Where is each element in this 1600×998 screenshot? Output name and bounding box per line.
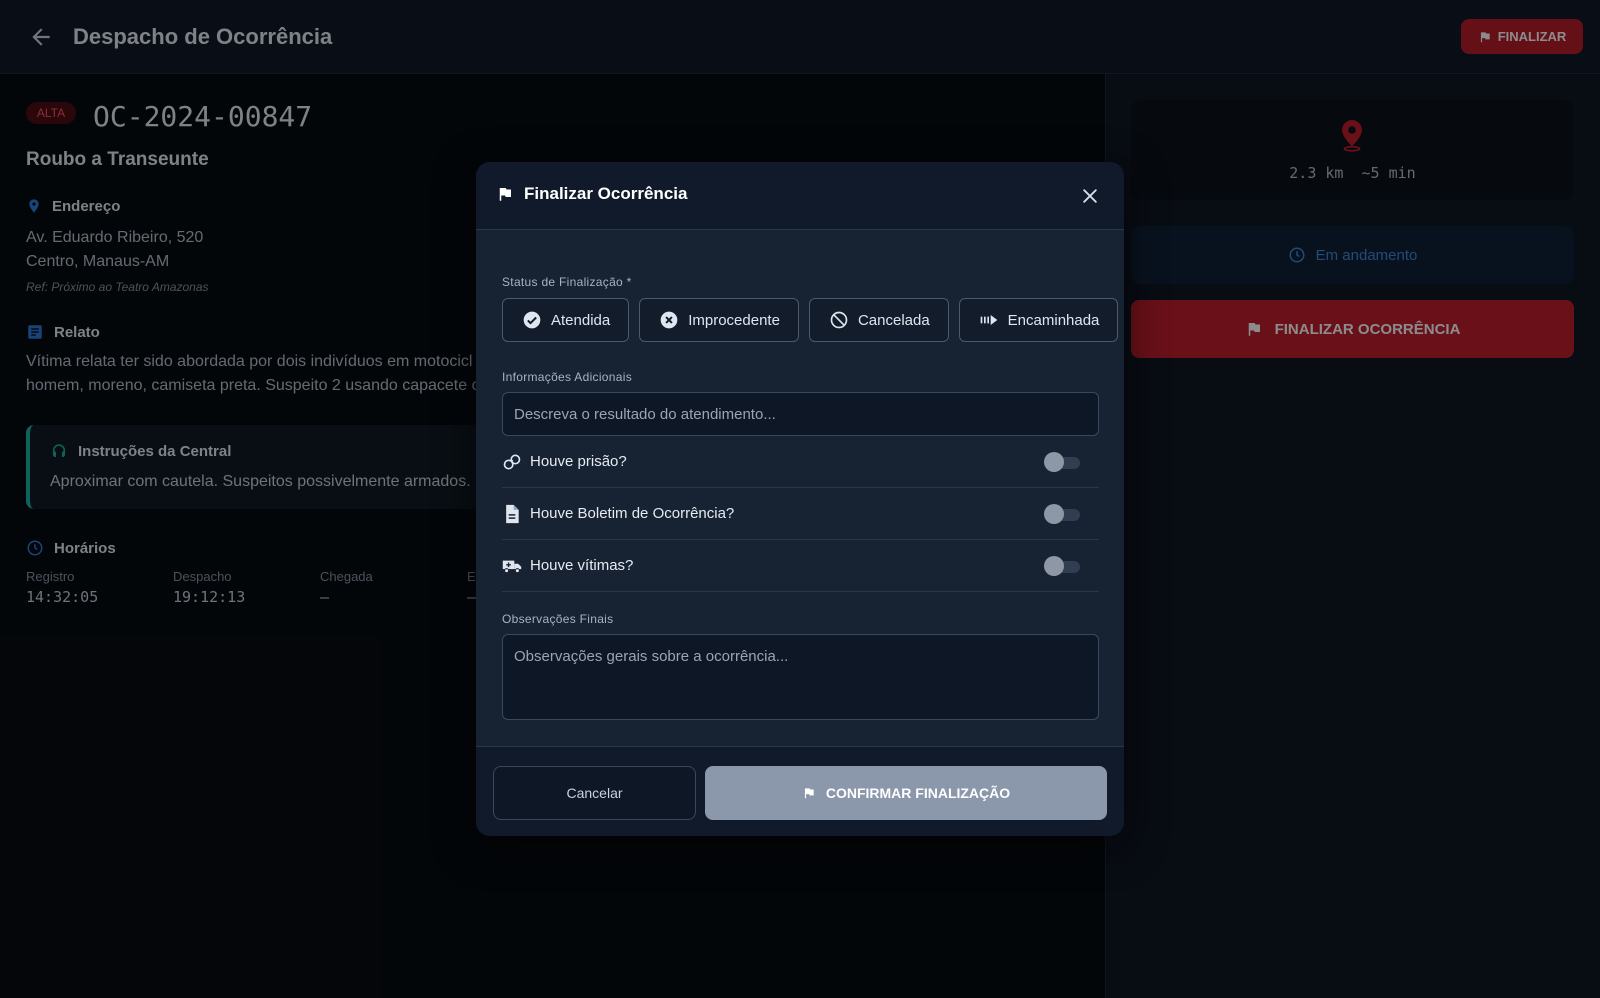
notes-placeholder: Observações gerais sobre a ocorrência... bbox=[514, 648, 789, 665]
modal-header: Finalizar Ocorrência bbox=[476, 162, 1124, 230]
modal-title: Finalizar Ocorrência bbox=[496, 184, 687, 204]
close-icon[interactable] bbox=[1076, 182, 1104, 210]
ambulance-icon bbox=[502, 556, 522, 576]
x-circle-icon bbox=[660, 311, 678, 329]
modal-footer: Cancelar CONFIRMAR FINALIZAÇÃO bbox=[476, 746, 1124, 836]
status-option-label: Improcedente bbox=[688, 311, 780, 329]
info-input[interactable]: Descreva o resultado do atendimento... bbox=[502, 392, 1099, 436]
status-field-label: Status de Finalização * bbox=[502, 275, 632, 289]
toggle-label: Houve prisão? bbox=[530, 453, 627, 470]
forward-icon bbox=[980, 315, 998, 325]
ban-icon bbox=[830, 311, 848, 329]
flag-icon bbox=[499, 187, 511, 201]
status-options: Atendida Improcedente Cancelada Encaminh… bbox=[502, 298, 1119, 342]
toggle-boletim[interactable] bbox=[1044, 504, 1080, 524]
toggle-prisao[interactable] bbox=[1044, 452, 1080, 472]
handcuffs-icon bbox=[502, 452, 522, 472]
status-option-label: Encaminhada bbox=[1007, 311, 1100, 329]
info-field-label: Informações Adicionais bbox=[502, 370, 632, 384]
info-placeholder: Descreva o resultado do atendimento... bbox=[514, 405, 776, 423]
toggle-label: Houve Boletim de Ocorrência? bbox=[530, 505, 735, 522]
status-option-encaminhada[interactable]: Encaminhada bbox=[958, 298, 1119, 342]
status-option-label: Cancelada bbox=[857, 311, 930, 329]
toggle-row-prisao: Houve prisão? bbox=[502, 436, 1099, 488]
toggle-row-vitimas: Houve vítimas? bbox=[502, 540, 1099, 592]
confirm-finalize-label: CONFIRMAR FINALIZAÇÃO bbox=[825, 785, 1011, 801]
status-option-atendida[interactable]: Atendida bbox=[502, 298, 630, 342]
flag-icon bbox=[804, 787, 814, 799]
toggle-vitimas[interactable] bbox=[1044, 556, 1080, 576]
notes-textarea[interactable]: Observações gerais sobre a ocorrência... bbox=[502, 634, 1099, 720]
check-circle-icon bbox=[523, 311, 541, 329]
document-icon bbox=[502, 504, 522, 524]
cancel-button[interactable]: Cancelar bbox=[493, 766, 696, 820]
status-option-label: Atendida bbox=[551, 311, 611, 329]
toggle-row-boletim: Houve Boletim de Ocorrência? bbox=[502, 488, 1099, 540]
confirm-finalize-button[interactable]: CONFIRMAR FINALIZAÇÃO bbox=[705, 766, 1107, 820]
finalize-modal: Finalizar Ocorrência Status de Finalizaç… bbox=[476, 162, 1124, 836]
notes-field-label: Observações Finais bbox=[502, 612, 614, 626]
modal-title-text: Finalizar Ocorrência bbox=[524, 184, 688, 203]
toggle-label: Houve vítimas? bbox=[530, 557, 634, 574]
status-option-improcedente[interactable]: Improcedente bbox=[639, 298, 799, 342]
status-option-cancelada[interactable]: Cancelada bbox=[808, 298, 949, 342]
